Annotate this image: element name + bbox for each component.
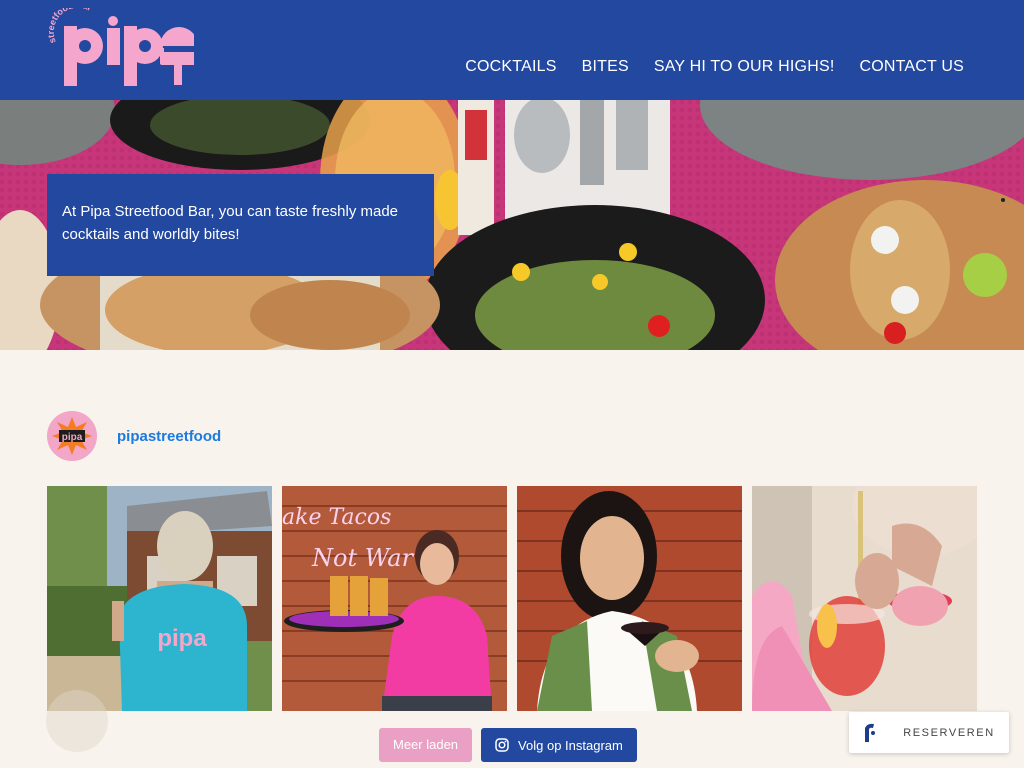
main-nav: COCKTAILS BITES SAY HI TO OUR HIGHS! CON… bbox=[465, 58, 964, 76]
site-header: streetfood bar COCKTAILS BITES SAY HI TO… bbox=[0, 0, 1024, 100]
neon-sign-line2: Not War bbox=[311, 544, 415, 572]
hero-intro-box: At Pipa Streetfood Bar, you can taste fr… bbox=[47, 174, 434, 276]
nav-say-hi[interactable]: SAY HI TO OUR HIGHS! bbox=[654, 58, 835, 76]
reserve-label: RESERVEREN bbox=[903, 726, 995, 739]
pipa-logo[interactable]: streetfood bar bbox=[44, 8, 194, 90]
avatar-text: pipa bbox=[62, 432, 83, 443]
reserve-logo-icon bbox=[849, 712, 889, 753]
hero-intro-text: At Pipa Streetfood Bar, you can taste fr… bbox=[62, 203, 399, 243]
instagram-post[interactable] bbox=[517, 486, 742, 711]
nav-bites[interactable]: BITES bbox=[582, 58, 629, 76]
follow-instagram-label: Volg op Instagram bbox=[518, 737, 623, 753]
reserve-widget[interactable]: RESERVEREN bbox=[849, 712, 1009, 753]
scroll-top-shadow bbox=[46, 690, 108, 752]
instagram-post[interactable]: ake Tacos Not War bbox=[282, 486, 507, 711]
instagram-post[interactable]: pipa bbox=[47, 486, 272, 711]
instagram-icon bbox=[495, 738, 509, 752]
load-more-button[interactable]: Meer laden bbox=[379, 728, 473, 762]
nav-cocktails[interactable]: COCKTAILS bbox=[465, 58, 556, 76]
shirt-logo-text: pipa bbox=[157, 625, 207, 652]
instagram-feed: pipa ake Tacos Not War bbox=[47, 486, 977, 711]
instagram-username[interactable]: pipastreetfood bbox=[117, 428, 221, 445]
follow-instagram-button[interactable]: Volg op Instagram bbox=[481, 728, 637, 762]
instagram-avatar[interactable]: pipa bbox=[47, 411, 97, 461]
instagram-actions: Meer laden Volg op Instagram bbox=[379, 728, 637, 762]
hero-dot bbox=[1001, 198, 1005, 202]
instagram-post[interactable] bbox=[752, 486, 977, 711]
hero-banner: At Pipa Streetfood Bar, you can taste fr… bbox=[0, 100, 1024, 350]
nav-contact[interactable]: CONTACT US bbox=[859, 58, 964, 76]
instagram-profile: pipa pipastreetfood bbox=[47, 411, 221, 461]
neon-sign-line1: ake Tacos bbox=[282, 505, 391, 530]
